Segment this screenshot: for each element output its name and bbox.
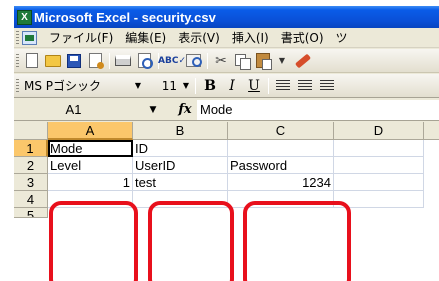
paste-dropdown[interactable]: ▼ — [272, 51, 292, 71]
new-document-icon — [26, 53, 38, 68]
print-preview-button[interactable] — [134, 51, 154, 71]
cell-d1[interactable] — [334, 140, 424, 157]
cell-d3[interactable] — [334, 174, 424, 191]
toolbar-separator — [195, 77, 196, 94]
font-name-combo[interactable]: MS Pゴシック — [22, 77, 132, 95]
open-button[interactable] — [43, 51, 63, 71]
research-icon — [185, 54, 202, 67]
menu-file[interactable]: ファイル(F) — [43, 29, 119, 46]
new-button[interactable] — [22, 51, 42, 71]
format-painter-button[interactable] — [293, 51, 313, 71]
cell-b4[interactable] — [133, 191, 228, 208]
cell-a4[interactable] — [48, 191, 133, 208]
standard-toolbar: ABC✓ ✂ ▼ — [14, 49, 439, 73]
align-right-icon — [320, 79, 334, 92]
cell-b1[interactable]: ID — [133, 140, 228, 157]
column-header-e[interactable] — [424, 122, 439, 140]
formula-bar: A1 ▼ fx Mode — [14, 99, 439, 121]
menu-edit[interactable]: 編集(E) — [119, 29, 172, 46]
menu-bar: ファイル(F) 編集(E) 表示(V) 挿入(I) 書式(O) ツ — [14, 28, 439, 48]
highlight-box-password-column — [243, 201, 351, 281]
open-folder-icon — [45, 54, 61, 67]
align-left-icon — [276, 79, 290, 92]
align-center-button[interactable] — [294, 76, 316, 96]
select-all-corner[interactable] — [14, 122, 48, 140]
cell-a1[interactable]: Mode — [48, 140, 133, 157]
column-header-d[interactable]: D — [334, 122, 424, 140]
row-header-3[interactable]: 3 — [14, 174, 48, 191]
cell-d4[interactable] — [334, 191, 424, 208]
underline-button[interactable]: U — [243, 76, 265, 96]
toolbar-separator — [268, 77, 269, 94]
toolbar-grip[interactable] — [16, 30, 19, 45]
permission-button[interactable] — [85, 51, 105, 71]
cell-c3[interactable]: 1234 — [228, 174, 334, 191]
paste-clipboard-icon — [256, 53, 272, 70]
toolbar-separator — [207, 52, 208, 69]
row-header-5[interactable]: 5 — [14, 208, 48, 218]
copy-icon — [235, 53, 251, 70]
column-header-c[interactable]: C — [228, 122, 334, 140]
cell-c1[interactable] — [228, 140, 334, 157]
highlight-box-level-column — [49, 201, 138, 281]
menu-tools[interactable]: ツ — [330, 29, 354, 46]
bold-button[interactable]: B — [199, 76, 221, 96]
scissors-icon: ✂ — [215, 52, 227, 69]
font-size-dropdown[interactable]: ▼ — [180, 77, 192, 95]
save-disk-icon — [67, 53, 81, 68]
paste-button[interactable] — [253, 51, 273, 71]
font-size-combo[interactable]: 11 — [144, 77, 180, 95]
insert-function-button[interactable]: fx — [173, 102, 197, 117]
toolbar-grip[interactable] — [16, 53, 19, 68]
italic-button[interactable]: I — [221, 76, 243, 96]
window-title: Microsoft Excel - security.csv — [34, 9, 216, 25]
print-button[interactable] — [113, 51, 133, 71]
spelling-check-icon: ABC✓ — [158, 55, 186, 66]
column-header-b[interactable]: B — [133, 122, 228, 140]
research-button[interactable] — [183, 51, 203, 71]
save-button[interactable] — [64, 51, 84, 71]
row-header-2[interactable]: 2 — [14, 157, 48, 174]
cell-c4[interactable] — [228, 191, 334, 208]
formula-input[interactable]: Mode — [197, 99, 439, 120]
print-preview-icon — [137, 53, 153, 69]
toolbar-separator — [109, 52, 110, 69]
format-painter-icon — [294, 53, 312, 68]
cell-a3[interactable]: 1 — [48, 174, 133, 191]
cut-button[interactable]: ✂ — [211, 51, 231, 71]
copy-button[interactable] — [232, 51, 252, 71]
workbook-icon[interactable] — [22, 30, 37, 45]
column-header-a[interactable]: A — [48, 122, 133, 140]
align-center-icon — [298, 79, 312, 92]
highlight-box-userid-column — [148, 201, 234, 281]
cell-b3[interactable]: test — [133, 174, 228, 191]
font-name-dropdown[interactable]: ▼ — [132, 77, 144, 95]
excel-app-icon[interactable]: X — [17, 9, 32, 25]
name-box-dropdown[interactable]: ▼ — [133, 105, 173, 115]
worksheet-grid: A B C D 1 2 3 4 5 Mode ID Level UserID P… — [14, 122, 439, 281]
cell-c2[interactable]: Password — [228, 157, 334, 174]
align-left-button[interactable] — [272, 76, 294, 96]
row-header-1[interactable]: 1 — [14, 140, 48, 157]
menu-view[interactable]: 表示(V) — [172, 29, 226, 46]
align-right-button[interactable] — [316, 76, 338, 96]
cell-b2[interactable]: UserID — [133, 157, 228, 174]
formatting-toolbar: MS Pゴシック ▼ 11 ▼ B I U — [14, 74, 439, 98]
name-box[interactable]: A1 — [14, 99, 133, 120]
row-header-4[interactable]: 4 — [14, 191, 48, 208]
cell-a2[interactable]: Level — [48, 157, 133, 174]
title-bar[interactable]: X Microsoft Excel - security.csv — [14, 6, 439, 28]
excel-window: X Microsoft Excel - security.csv ファイル(F)… — [14, 6, 439, 281]
spelling-button[interactable]: ABC✓ — [158, 51, 186, 71]
printer-icon — [115, 55, 131, 66]
menu-format[interactable]: 書式(O) — [275, 29, 330, 46]
permission-icon — [88, 53, 104, 69]
cell-d2[interactable] — [334, 157, 424, 174]
toolbar-grip[interactable] — [16, 78, 19, 93]
menu-insert[interactable]: 挿入(I) — [226, 29, 275, 46]
